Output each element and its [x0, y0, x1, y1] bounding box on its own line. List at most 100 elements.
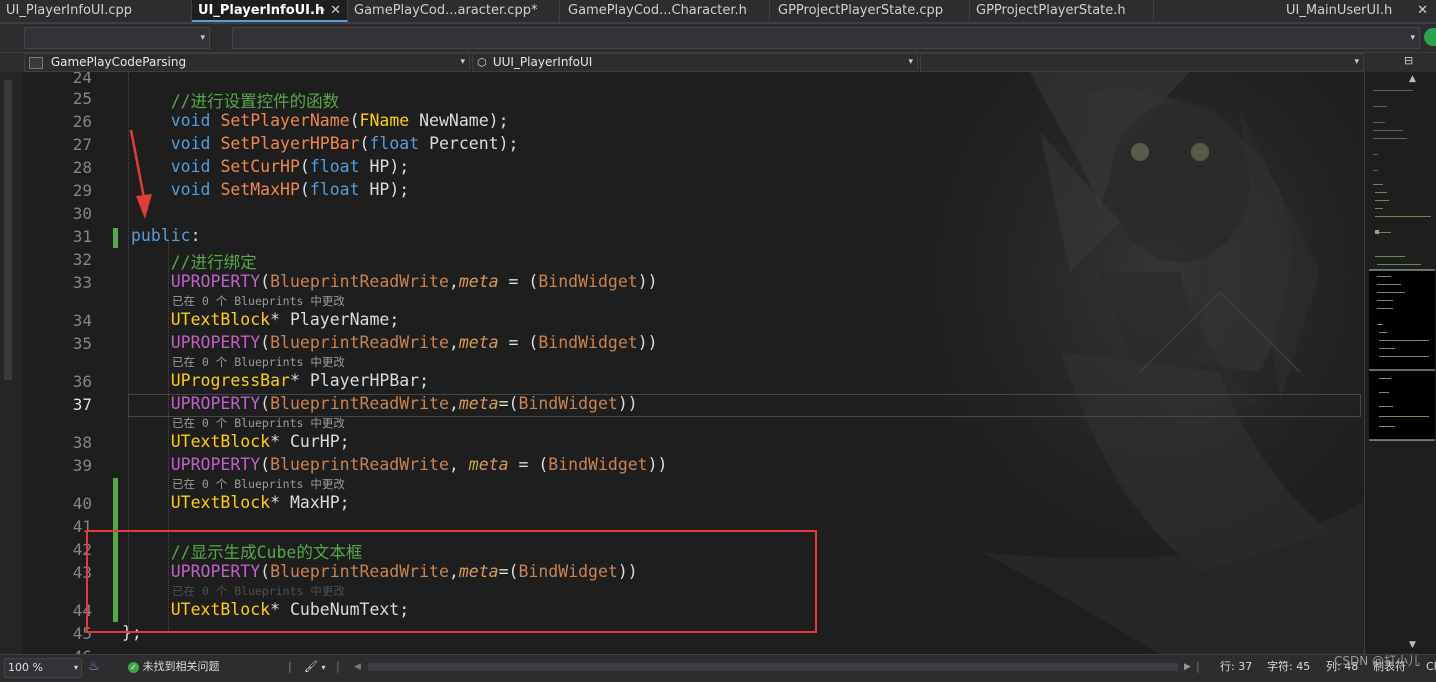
- code-minimap[interactable]: ▲ ▼: [1364, 72, 1436, 654]
- minimap-content: [1369, 90, 1435, 441]
- scope-combo[interactable]: ⬡ UUI_PlayerInfoUI ▾: [472, 53, 918, 72]
- code-line[interactable]: //进行设置控件的函数: [131, 88, 339, 112]
- line-number: 30: [72, 204, 92, 223]
- tab-gpprojectplayerstate-h[interactable]: GPProjectPlayerState.h: [970, 0, 1154, 22]
- code-line[interactable]: UTextBlock* PlayerName;: [131, 310, 400, 329]
- tab-label: UI_MainUserUI.h: [1286, 3, 1393, 18]
- code-line[interactable]: UPROPERTY(BlueprintReadWrite,meta = (Bin…: [131, 333, 658, 352]
- tab-gameplaycode-character-cpp[interactable]: GamePlayCod...aracter.cpp*: [348, 0, 560, 22]
- tab-ui-mainuserui-h[interactable]: UI_MainUserUI.h ✕: [1280, 0, 1436, 22]
- code-line[interactable]: void SetCurHP(float HP);: [131, 157, 409, 176]
- cleanup-brush-icon[interactable]: 🖌 ▾: [304, 655, 325, 680]
- pin-icon[interactable]: ⊸: [317, 0, 325, 20]
- line-number: 43: [72, 563, 92, 582]
- line-number: 29: [72, 181, 92, 200]
- change-mark: [113, 228, 118, 248]
- line-number: 26: [72, 112, 92, 131]
- line-number: 32: [72, 250, 92, 269]
- divider: |: [336, 660, 340, 673]
- intellicode-icon[interactable]: ♨: [88, 655, 100, 679]
- close-icon[interactable]: ✕: [1417, 0, 1428, 22]
- line-number: 27: [72, 135, 92, 154]
- chevron-down-icon: ▾: [460, 57, 465, 67]
- horizontal-scrollbar[interactable]: [368, 663, 1178, 671]
- blueprint-hint[interactable]: 已在 0 个 Blueprints 中更改: [172, 476, 345, 492]
- code-line[interactable]: void SetPlayerName(FName NewName);: [131, 111, 509, 130]
- chevron-down-icon: ▾: [908, 57, 913, 67]
- code-line[interactable]: void SetMaxHP(float HP);: [131, 180, 409, 199]
- line-number: 45: [72, 624, 92, 643]
- split-window-icon[interactable]: ⊟: [1404, 54, 1413, 67]
- chevron-down-icon: ▾: [73, 663, 78, 672]
- blueprint-hint[interactable]: 已在 0 个 Blueprints 中更改: [172, 415, 345, 431]
- tab-label: GPProjectPlayerState.cpp: [778, 3, 944, 18]
- code-line[interactable]: UPROPERTY(BlueprintReadWrite,meta = (Bin…: [131, 272, 658, 291]
- member-combo[interactable]: ▾: [920, 53, 1364, 72]
- tab-label: UI_PlayerInfoUI.h: [198, 3, 325, 18]
- sync-status-icon[interactable]: [1424, 28, 1436, 46]
- tab-ui-playerinfoui-cpp[interactable]: UI_PlayerInfoUI.cpp: [0, 0, 192, 22]
- line-number: 34: [72, 311, 92, 330]
- issues-indicator[interactable]: ✓ 未找到相关问题: [128, 655, 220, 679]
- divider: |: [1196, 660, 1200, 673]
- arrow-annotation-icon: [129, 129, 152, 219]
- tab-ui-playerinfoui-h[interactable]: UI_PlayerInfoUI.h ⊸ ✕: [192, 0, 348, 22]
- scroll-up-icon[interactable]: ▲: [1409, 74, 1416, 84]
- class-icon: ⬡: [477, 55, 487, 69]
- scroll-right-icon[interactable]: ▶: [1184, 655, 1191, 679]
- line-number: 44: [72, 601, 92, 620]
- code-editor[interactable]: 24 25 26 27 28 29 30 31 32 33 34 35 36 3…: [0, 72, 1364, 654]
- line-number: 42: [72, 540, 92, 559]
- line-number: 46: [30, 647, 92, 654]
- tab-gpprojectplayerstate-cpp[interactable]: GPProjectPlayerState.cpp: [772, 0, 970, 22]
- zoom-combo[interactable]: 100 % ▾: [4, 658, 82, 678]
- line-number: 40: [72, 494, 92, 513]
- editor-left-margin: [0, 72, 22, 654]
- chevron-down-icon: ▾: [1354, 57, 1359, 67]
- zoom-label: 100 %: [8, 661, 43, 674]
- left-combo[interactable]: ▾: [24, 27, 210, 49]
- scroll-left-icon[interactable]: ◀: [354, 655, 361, 679]
- project-combo[interactable]: GamePlayCodeParsing ▾: [24, 53, 470, 72]
- line-number: 36: [72, 372, 92, 391]
- line-indicator[interactable]: 行: 37: [1220, 655, 1252, 679]
- tab-label: GamePlayCod...aracter.cpp*: [354, 3, 538, 18]
- check-icon: ✓: [128, 661, 139, 673]
- line-number: 35: [72, 334, 92, 353]
- line-number: 28: [72, 158, 92, 177]
- outline-scroll-indicator: [4, 80, 12, 380]
- code-line[interactable]: UProgressBar* PlayerHPBar;: [131, 371, 429, 390]
- code-line[interactable]: UTextBlock* MaxHP;: [131, 493, 350, 512]
- divider: |: [288, 660, 292, 673]
- line-number: 38: [72, 433, 92, 452]
- blueprint-hint[interactable]: 已在 0 个 Blueprints 中更改: [172, 354, 345, 370]
- tab-gameplaycode-character-h[interactable]: GamePlayCod...Character.h: [562, 0, 770, 22]
- issues-label: 未找到相关问题: [142, 660, 220, 673]
- line-number: 41: [72, 517, 92, 536]
- line-number: 24: [72, 72, 92, 87]
- tab-label: GPProjectPlayerState.h: [976, 3, 1126, 18]
- tab-label: UI_PlayerInfoUI.cpp: [6, 3, 133, 18]
- status-bar: 100 % ▾ ♨ ✓ 未找到相关问题 | 🖌 ▾ | ◀ ▶ | 行: 37 …: [0, 654, 1436, 682]
- code-line[interactable]: public:: [131, 226, 201, 245]
- project-icon: [29, 56, 43, 69]
- code-line[interactable]: UTextBlock* CurHP;: [131, 432, 350, 451]
- code-line[interactable]: UPROPERTY(BlueprintReadWrite, meta = (Bi…: [131, 455, 668, 474]
- editor-background-art: [860, 72, 1364, 654]
- code-line[interactable]: void SetPlayerHPBar(float Percent);: [131, 134, 519, 153]
- line-number-current: 37: [72, 395, 92, 414]
- code-line[interactable]: //进行绑定: [131, 249, 257, 273]
- right-combo[interactable]: ▾: [232, 27, 1420, 49]
- char-indicator[interactable]: 字符: 45: [1267, 655, 1310, 679]
- scope-label: UUI_PlayerInfoUI: [492, 55, 593, 69]
- toolbar: ▾ ▾: [0, 24, 1436, 52]
- watermark: CSDN @打小儿: [1334, 654, 1421, 668]
- close-icon[interactable]: ✕: [330, 0, 341, 20]
- blueprint-hint[interactable]: 已在 0 个 Blueprints 中更改: [172, 293, 345, 309]
- navigation-bar: GamePlayCodeParsing ▾ ⬡ UUI_PlayerInfoUI…: [0, 52, 1436, 72]
- line-number: 33: [72, 273, 92, 292]
- code-line[interactable]: UPROPERTY(BlueprintReadWrite,meta=(BindW…: [131, 394, 638, 413]
- line-number: 25: [72, 89, 92, 108]
- chevron-down-icon: ▾: [1410, 33, 1415, 43]
- line-ending-indicator[interactable]: CR: [1426, 655, 1436, 679]
